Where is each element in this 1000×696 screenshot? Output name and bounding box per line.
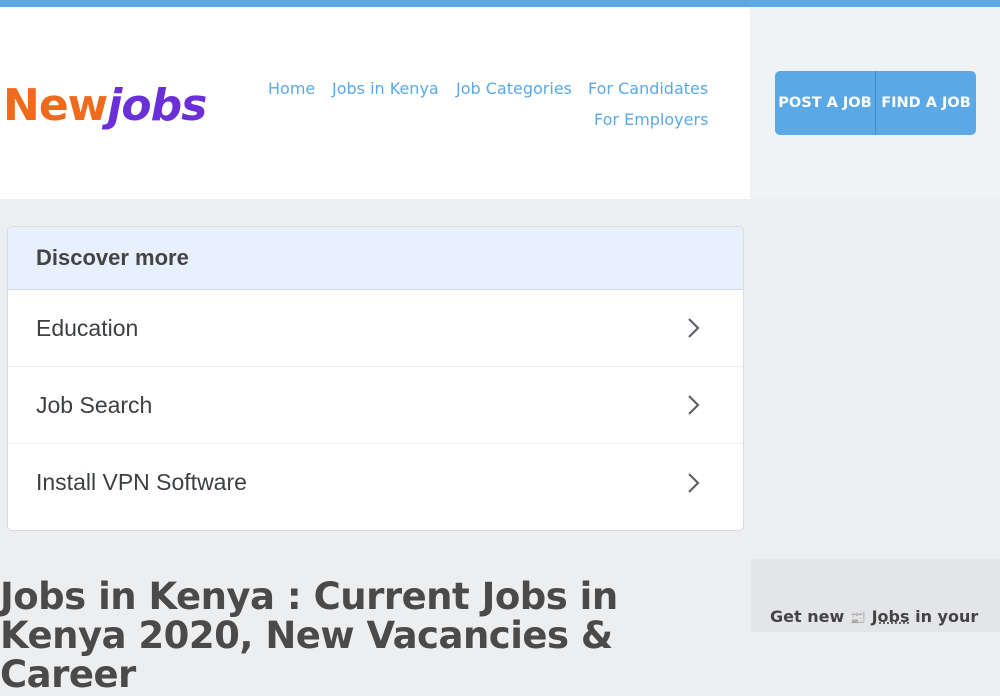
nav-job-categories[interactable]: Job Categories <box>456 79 572 98</box>
page-title: Jobs in Kenya : Current Jobs in Kenya 20… <box>0 575 618 696</box>
nav-for-employers[interactable]: For Employers <box>594 110 708 129</box>
sidebar-subscribe-widget: Get new 📰 Jobs in your <box>751 559 1000 632</box>
chevron-right-icon <box>688 318 700 338</box>
site-logo[interactable]: Newjobs <box>3 84 207 128</box>
header-cta-group: POST A JOB FIND A JOB <box>775 71 976 135</box>
logo-new: New <box>3 80 108 131</box>
site-header: Newjobs Home Jobs in Kenya Job Categorie… <box>0 7 750 199</box>
chevron-right-icon <box>688 395 700 415</box>
post-job-button[interactable]: POST A JOB <box>775 71 875 135</box>
subscribe-widget-heading: Get new 📰 Jobs in your <box>770 607 978 626</box>
find-job-button[interactable]: FIND A JOB <box>875 71 976 135</box>
discover-item-job-search[interactable]: Job Search <box>8 367 743 444</box>
chevron-right-icon <box>688 472 700 493</box>
discover-more-card: Discover more Education Job Search Insta… <box>7 226 744 531</box>
discover-item-education[interactable]: Education <box>8 290 743 367</box>
nav-for-candidates[interactable]: For Candidates <box>588 79 708 98</box>
discover-item-install-vpn[interactable]: Install VPN Software <box>8 444 743 521</box>
subscribe-prefix: Get new <box>770 607 845 626</box>
top-accent-bar <box>0 0 1000 7</box>
nav-jobs-in-kenya[interactable]: Jobs in Kenya <box>332 79 439 98</box>
subscribe-jobs-link[interactable]: Jobs <box>872 607 910 626</box>
nav-home[interactable]: Home <box>268 79 315 98</box>
newspaper-icon: 📰 <box>849 611 866 626</box>
discover-more-header: Discover more <box>8 227 743 290</box>
discover-item-label: Education <box>36 314 139 341</box>
discover-item-label: Job Search <box>36 391 153 418</box>
discover-item-label: Install VPN Software <box>36 469 247 495</box>
logo-jobs: jobs <box>107 80 207 131</box>
subscribe-suffix: in your <box>915 607 979 626</box>
discover-more-title: Discover more <box>36 245 189 270</box>
